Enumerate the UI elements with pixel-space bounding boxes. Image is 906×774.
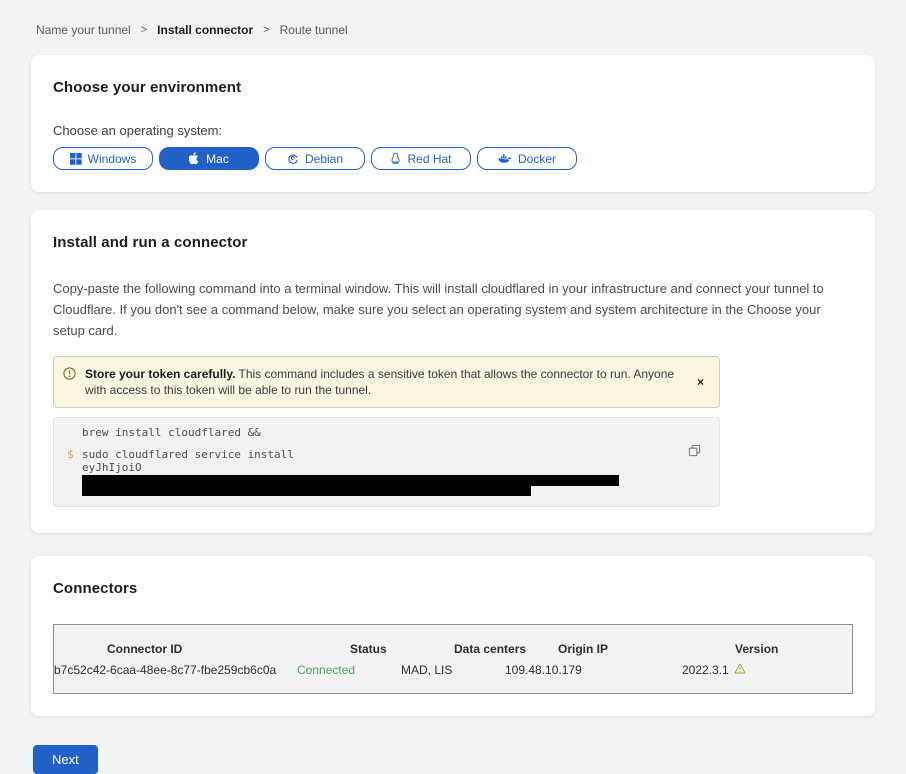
install-card-title: Install and run a connector [53,234,853,251]
warning-triangle-icon [734,663,746,677]
shell-prompt: $ [67,448,82,462]
debian-icon [287,153,299,165]
os-button-label: Docker [518,152,556,166]
connectors-card-title: Connectors [53,580,853,597]
tux-icon [390,152,401,165]
breadcrumb-step-route-tunnel[interactable]: Route tunnel [280,23,348,37]
os-button-label: Red Hat [407,152,451,166]
version-value: 2022.3.1 [682,663,729,677]
breadcrumb-step-name-your-tunnel[interactable]: Name your tunnel [36,23,131,37]
connectors-card: Connectors Connector ID Status Data cent… [31,556,875,716]
token-prefix: eyJhIjoiO [82,461,142,474]
environment-card-title: Choose your environment [53,79,853,96]
copy-command-button[interactable] [688,444,701,460]
os-button-label: Windows [88,152,137,166]
redacted-token-bar [82,475,619,486]
footer: Next [31,745,875,774]
connector-id-cell: b7c52c42-6caa-48ee-8c77-fbe259cb6c0a [54,663,297,677]
breadcrumb-separator: > [263,24,269,36]
version-cell: 2022.3.1 [682,663,852,677]
windows-icon [70,153,82,165]
docker-whale-icon [498,153,512,164]
status-badge: Connected [297,663,401,677]
warning-circle-icon [63,367,76,385]
breadcrumb-step-install-connector[interactable]: Install connector [157,23,253,37]
os-select-label: Choose an operating system: [53,123,853,138]
connectors-table: Connector ID Status Data centers Origin … [53,624,853,694]
column-header-connector-id: Connector ID [107,642,350,656]
copy-icon [688,445,701,460]
breadcrumb-separator: > [141,24,147,36]
os-button-redhat[interactable]: Red Hat [371,147,471,170]
next-button[interactable]: Next [33,745,98,774]
column-header-version: Version [735,642,852,656]
os-button-mac[interactable]: Mac [159,147,259,170]
column-header-data-centers: Data centers [454,642,558,656]
breadcrumb: Name your tunnel > Install connector > R… [0,0,906,37]
column-header-origin-ip: Origin IP [558,642,735,656]
token-line: eyJhIjoiO [67,462,669,486]
code-line-brew: brew install cloudflared && [67,426,669,440]
os-button-label: Mac [206,152,229,166]
environment-card: Choose your environment Choose an operat… [31,55,875,192]
os-button-docker[interactable]: Docker [477,147,577,170]
data-centers-cell: MAD, LIS [401,663,505,677]
origin-ip-cell: 109.48.10.179 [505,663,682,677]
banner-text: Store your token carefully.This command … [85,366,675,398]
os-button-windows[interactable]: Windows [53,147,153,170]
os-button-debian[interactable]: Debian [265,147,365,170]
install-description: Copy-paste the following command into a … [53,278,851,341]
apple-icon [189,152,200,165]
banner-title: Store your token carefully. [85,367,236,381]
code-line-sudo: $ sudo cloudflared service install [67,448,669,462]
table-row: b7c52c42-6caa-48ee-8c77-fbe259cb6c0a Con… [54,656,852,693]
command-code-block: brew install cloudflared && $ sudo cloud… [53,417,720,507]
token-warning-banner: Store your token carefully.This command … [53,356,720,408]
banner-close-icon[interactable]: × [695,373,706,391]
table-header-row: Connector ID Status Data centers Origin … [54,625,852,656]
install-card: Install and run a connector Copy-paste t… [31,210,875,533]
redacted-token-bar-2 [82,486,531,496]
os-button-label: Debian [305,152,343,166]
os-button-row: Windows Mac Debian [53,147,853,170]
column-header-status: Status [350,642,454,656]
